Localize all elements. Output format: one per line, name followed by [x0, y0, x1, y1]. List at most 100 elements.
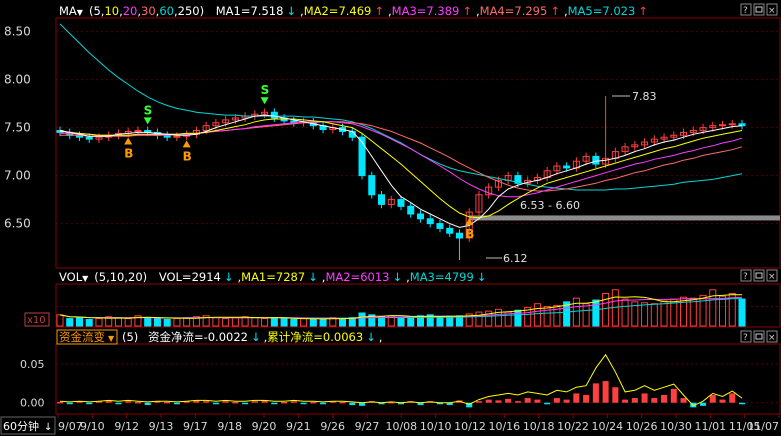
candle-body: [718, 124, 727, 127]
flow-bar: [475, 401, 482, 403]
volume-bar: [114, 317, 122, 327]
volume-bar: [377, 316, 386, 327]
buy-signal-arrow: [124, 137, 133, 145]
price-help-button[interactable]: ?: [740, 3, 752, 16]
flow-bar: [251, 401, 258, 403]
indicator-dropdown[interactable]: MA: [59, 4, 77, 18]
date-x-axis: 9/079/10 9/12 9/13 9/17 9/18 9/20 9/21 9/26 9/27…: [57, 414, 780, 433]
flow-bar: [203, 401, 210, 403]
flow-bar: [300, 402, 307, 405]
candle-body: [728, 123, 736, 126]
flow-bar: [641, 393, 648, 403]
flow-bar: [524, 398, 531, 403]
flow-bar: [544, 402, 551, 405]
volume-indicator-dropdown[interactable]: VOL: [59, 270, 83, 284]
volume-bar: [358, 312, 366, 327]
flow-bar: [222, 401, 229, 403]
flow-y-tick: 0.00: [20, 397, 45, 410]
svg-text:▼: ▼: [108, 334, 115, 343]
volume-bar: [212, 317, 220, 327]
flow-bar: [173, 402, 180, 405]
volume-bar: [231, 317, 239, 327]
flow-bar: [144, 402, 151, 406]
flow-maximize-button[interactable]: [753, 330, 765, 343]
flow-bar: [485, 399, 492, 403]
price-y-tick: 8.50: [4, 25, 31, 39]
flow-bar: [514, 401, 521, 403]
flow-bar: [709, 394, 716, 403]
candle-body: [270, 111, 278, 119]
flow-help-button[interactable]: ?: [740, 330, 752, 343]
candle-body: [436, 223, 444, 229]
svg-text:x10: x10: [27, 315, 46, 326]
flow-bar: [212, 402, 219, 405]
volume-bar: [446, 316, 454, 327]
candle-body: [738, 123, 746, 127]
stock-chart: 8.508.007.507.006.50 0.050.00 9/079/10 9/…: [0, 3, 781, 435]
volume-close-button[interactable]: ×: [766, 269, 778, 282]
candle-body: [416, 213, 425, 220]
price-y-axis: 8.50 8.00 7.50 7.00 6.50: [4, 25, 31, 231]
flow-bar: [505, 398, 512, 403]
volume-bars: [56, 289, 746, 327]
buy-signal-label: B: [465, 227, 474, 241]
candle-body: [134, 129, 142, 132]
flow-indicator-dropdown[interactable]: 资金流变 ▼: [56, 329, 118, 345]
flow-bar: [349, 402, 356, 406]
volume-help-button[interactable]: ?: [740, 269, 752, 282]
flow-bar: [134, 401, 141, 404]
volume-bar: [270, 317, 278, 327]
svg-text:?: ?: [743, 333, 748, 343]
flow-bar: [729, 393, 736, 403]
flow-bar: [631, 398, 638, 403]
volume-bar: [660, 300, 668, 327]
volume-bar: [436, 317, 444, 327]
flow-y-tick: 0.05: [20, 358, 45, 371]
flow-bar: [125, 401, 132, 403]
volume-bar: [621, 298, 629, 327]
sell-signal-label: S: [261, 83, 270, 97]
high-price-label: 7.83: [632, 90, 657, 103]
flow-bar: [622, 399, 629, 403]
volume-bar: [124, 318, 132, 327]
candle-body: [85, 136, 93, 140]
flow-close-button[interactable]: ×: [766, 330, 778, 343]
price-close-button[interactable]: ×: [766, 3, 778, 16]
volume-bar: [153, 318, 161, 327]
price-legend: MA▼ (5,10,20,30,60,250) MA1=7.518 ↓ ,MA2=7.…: [59, 4, 648, 18]
svg-text:×: ×: [768, 6, 776, 16]
range-label: 6.53 - 6.60: [520, 199, 580, 212]
flow-cumulative-line: [59, 353, 743, 407]
volume-bar: [309, 319, 317, 327]
date-tick-label: 10/26: [626, 420, 658, 433]
svg-text:↓: ↓: [44, 422, 52, 433]
price-panel-controls: ? ×: [740, 3, 778, 16]
support-bar: [469, 215, 780, 221]
flow-bar: [164, 401, 171, 404]
flow-bar: [495, 400, 502, 403]
volume-maximize-button[interactable]: [753, 269, 765, 282]
volume-bar: [709, 289, 717, 327]
date-tick-label: 11/01: [694, 420, 726, 433]
flow-bar: [563, 399, 570, 403]
date-tick-label: 10/12: [454, 420, 486, 433]
low-price-label: 6.12: [503, 252, 528, 265]
volume-bar: [475, 311, 483, 327]
volume-bar: [718, 295, 727, 327]
period-selector[interactable]: 60分钟 ↓: [0, 416, 56, 435]
svg-text:资金流变: 资金流变: [59, 330, 105, 344]
svg-text:?: ?: [743, 272, 748, 282]
candle-body: [358, 136, 366, 177]
price-y-tick: 8.00: [4, 73, 31, 87]
sell-signal-label: S: [144, 103, 153, 117]
volume-bar: [290, 319, 298, 327]
date-tick-label: 9/26: [320, 420, 345, 433]
flow-bar: [534, 399, 541, 403]
flow-bar: [290, 401, 297, 403]
flow-bars: [56, 381, 746, 408]
date-tick-label: 9/13: [149, 420, 174, 433]
volume-bar: [407, 316, 415, 327]
price-maximize-button[interactable]: [753, 3, 765, 16]
candle-body: [455, 232, 463, 239]
volume-bar: [572, 297, 580, 327]
